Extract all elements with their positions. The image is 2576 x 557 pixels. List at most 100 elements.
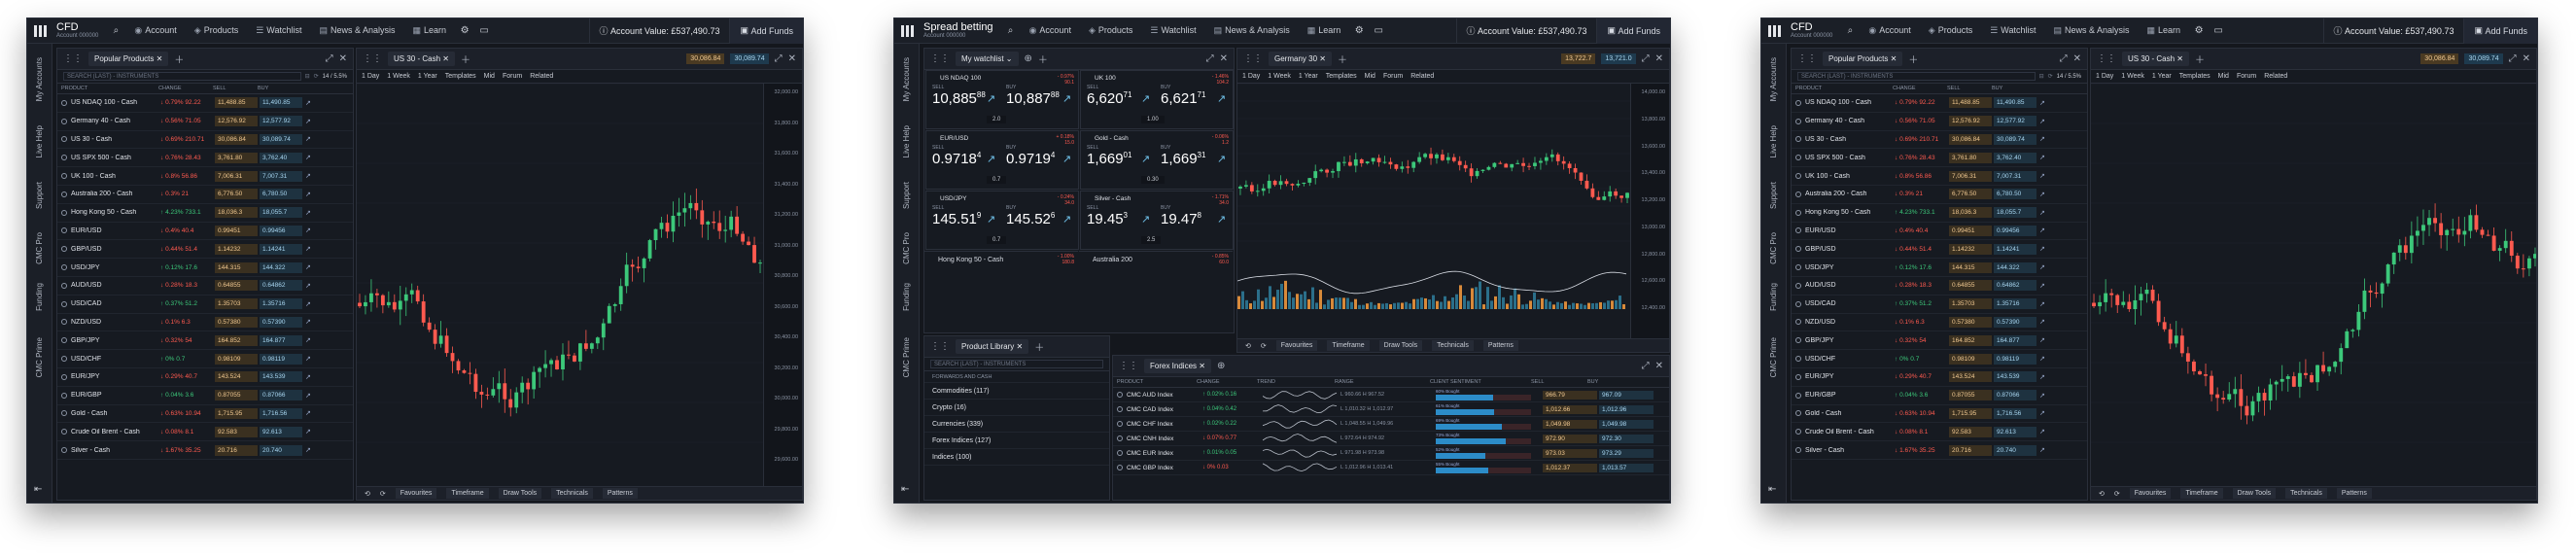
info-icon[interactable] xyxy=(61,99,67,106)
redo-icon[interactable]: ⟳ xyxy=(380,490,386,498)
table-row[interactable]: Crude Oil Brent - Cash ↓ 0.08% 8.1 92.583 9… xyxy=(1792,423,2087,442)
trade-arrow-icon[interactable]: ↗ xyxy=(2039,135,2045,143)
chart-sell-price[interactable]: 13,722.7 xyxy=(1561,53,1596,64)
info-icon[interactable] xyxy=(61,429,67,435)
account-value[interactable]: ⓘ Account Value: £537,490.73 xyxy=(1455,18,1597,44)
trade-arrow-icon[interactable]: ↗ xyxy=(2039,392,2045,400)
tile-buy-price[interactable]: 6,62171 xyxy=(1161,90,1205,107)
expand-icon[interactable]: ⤢ xyxy=(1642,53,1650,64)
sell-price[interactable]: 11,488.85 xyxy=(1949,97,1992,109)
buy-price[interactable]: 0.64862 xyxy=(260,280,302,292)
close-icon[interactable]: ✕ xyxy=(2523,53,2530,64)
info-icon[interactable] xyxy=(1117,392,1123,398)
add-tab-icon[interactable]: ＋ xyxy=(2195,52,2205,66)
fx-buy-price[interactable]: 1,049.98 xyxy=(1599,419,1654,429)
trade-arrow-icon[interactable]: ↗ xyxy=(305,428,311,435)
nav-learn[interactable]: ▦ Learn xyxy=(1299,25,1350,36)
nav-watchlist[interactable]: ☰ Watchlist xyxy=(247,25,310,36)
info-icon[interactable] xyxy=(1795,246,1801,253)
trade-arrow-icon[interactable]: ↗ xyxy=(1141,153,1150,165)
table-row[interactable]: EUR/JPY ↓ 0.29% 40.7 143.524 143.539 ↗ xyxy=(1792,368,2087,387)
buy-price[interactable]: 7,007.31 xyxy=(260,170,302,182)
trade-arrow-icon[interactable]: ↗ xyxy=(2039,409,2045,417)
trade-arrow-icon[interactable]: ↗ xyxy=(305,355,311,363)
info-icon[interactable] xyxy=(1795,173,1801,180)
search-icon[interactable]: ⌕ xyxy=(1001,25,1021,36)
nav-products[interactable]: ◈ Products xyxy=(1080,25,1141,36)
sell-price[interactable]: 0.87055 xyxy=(1949,390,1992,401)
grid-icon[interactable]: ⋮⋮ xyxy=(1797,53,1817,64)
sell-price[interactable]: 12,576.92 xyxy=(1949,116,1992,127)
info-icon[interactable] xyxy=(61,373,67,380)
side-cmc-prime[interactable]: CMC Prime xyxy=(1769,337,1779,377)
table-row[interactable]: USD/JPY ↑ 0.12% 17.6 144.315 144.322 ↗ xyxy=(57,259,353,277)
btn-technicals[interactable]: Technicals xyxy=(1432,340,1474,351)
fx-sell-price[interactable]: 972.90 xyxy=(1543,434,1597,443)
watchlist-select[interactable]: My watchlist ⌄ xyxy=(956,52,1019,66)
nav-learn[interactable]: ▦ Learn xyxy=(2139,25,2190,36)
tile-sell-price[interactable]: 10,88588 xyxy=(932,90,986,107)
sell-price[interactable]: 3,761.80 xyxy=(1949,152,1992,163)
buy-price[interactable]: 1,716.56 xyxy=(1994,407,2036,419)
col-change[interactable]: CHANGE xyxy=(1893,86,1947,91)
side-support[interactable]: Support xyxy=(902,182,912,209)
sell-price[interactable]: 1,715.95 xyxy=(1949,407,1992,419)
redo-icon[interactable]: ⟳ xyxy=(1261,342,1267,350)
sell-price[interactable]: 0.99451 xyxy=(1949,225,1992,236)
nav-products[interactable]: ◈ Products xyxy=(1920,25,1981,36)
grid-icon[interactable]: ⋮⋮ xyxy=(930,341,950,352)
filter-icon[interactable]: ⊟ xyxy=(2039,73,2044,80)
list-item[interactable]: Hong Kong 50 - Cash - 1.00% 180.8 xyxy=(924,251,1078,267)
close-icon[interactable]: ✕ xyxy=(339,53,347,64)
info-icon[interactable] xyxy=(1795,319,1801,326)
add-funds-button[interactable]: ▣ Add Funds xyxy=(2463,18,2537,44)
info-icon[interactable] xyxy=(61,155,67,161)
fx-buy-price[interactable]: 972.30 xyxy=(1599,434,1654,443)
buy-price[interactable]: 0.87066 xyxy=(260,390,302,401)
trade-arrow-icon[interactable]: ↗ xyxy=(305,300,311,308)
btn-mid[interactable]: Mid xyxy=(2218,73,2229,80)
btn-forum[interactable]: Forum xyxy=(2237,73,2256,80)
nav-account[interactable]: ◉ Account xyxy=(125,25,185,36)
table-row[interactable]: UK 100 - Cash ↓ 0.8% 56.86 7,006.31 7,007.3… xyxy=(57,167,353,186)
buy-price[interactable]: 143.539 xyxy=(260,371,302,383)
btn-1week[interactable]: 1 Week xyxy=(2121,73,2144,80)
buy-price[interactable]: 11,490.85 xyxy=(260,97,302,109)
btn-related[interactable]: Related xyxy=(530,73,553,80)
table-row[interactable]: CMC GBP Index ↓ 0% 0.03 L 1,012.96 H 1,013… xyxy=(1113,461,1669,475)
trade-arrow-icon[interactable]: ↗ xyxy=(305,245,311,253)
info-icon[interactable] xyxy=(1795,264,1801,271)
sell-price[interactable]: 164.852 xyxy=(215,334,258,346)
btn-mid[interactable]: Mid xyxy=(484,73,495,80)
tile-buy-price[interactable]: 10,88788 xyxy=(1006,90,1060,107)
trade-arrow-icon[interactable]: ↗ xyxy=(305,336,311,344)
chart-buy-price[interactable]: 13,721.0 xyxy=(1601,53,1636,64)
btn-related[interactable]: Related xyxy=(2264,73,2287,80)
info-icon[interactable] xyxy=(1795,356,1801,363)
side-my-accounts[interactable]: My Accounts xyxy=(902,57,912,101)
table-row[interactable]: US 30 - Cash ↓ 0.69% 210.71 30,086.84 30,08… xyxy=(1792,131,2087,150)
trade-arrow-icon[interactable]: ↗ xyxy=(1141,213,1150,226)
sell-price[interactable]: 1.35703 xyxy=(215,298,258,310)
info-icon[interactable] xyxy=(61,410,67,417)
table-row[interactable]: EUR/USD ↓ 0.4% 40.4 0.99451 0.99456 ↗ xyxy=(1792,223,2087,241)
trade-arrow-icon[interactable]: ↗ xyxy=(2039,209,2045,217)
trade-arrow-icon[interactable]: ↗ xyxy=(1062,213,1071,226)
add-tab-icon[interactable]: ＋ xyxy=(1038,52,1048,66)
grid-icon[interactable]: ⋮⋮ xyxy=(63,53,83,64)
info-icon[interactable] xyxy=(61,300,67,307)
sell-price[interactable]: 0.98109 xyxy=(1949,353,1992,365)
collapse-icon[interactable]: ⇤ xyxy=(34,484,42,495)
expand-icon[interactable]: ⤢ xyxy=(1642,361,1650,371)
trade-arrow-icon[interactable]: ↗ xyxy=(305,154,311,161)
side-support[interactable]: Support xyxy=(35,182,45,209)
buy-price[interactable]: 0.98119 xyxy=(1994,353,2036,365)
buy-price[interactable]: 12,577.92 xyxy=(260,116,302,127)
btn-1week[interactable]: 1 Week xyxy=(387,73,410,80)
watchlist-tile[interactable]: Silver - Cash - 1.71% 34.0 SELL 19.453 ↗ BUY 19… xyxy=(1080,191,1234,250)
info-icon[interactable] xyxy=(61,173,67,180)
table-row[interactable]: US SPX 500 - Cash ↓ 0.76% 28.43 3,761.80 3,… xyxy=(57,149,353,168)
buy-price[interactable]: 11,490.85 xyxy=(1994,97,2036,109)
trade-arrow-icon[interactable]: ↗ xyxy=(2039,446,2045,454)
side-cmc-pro[interactable]: CMC Pro xyxy=(35,232,45,264)
